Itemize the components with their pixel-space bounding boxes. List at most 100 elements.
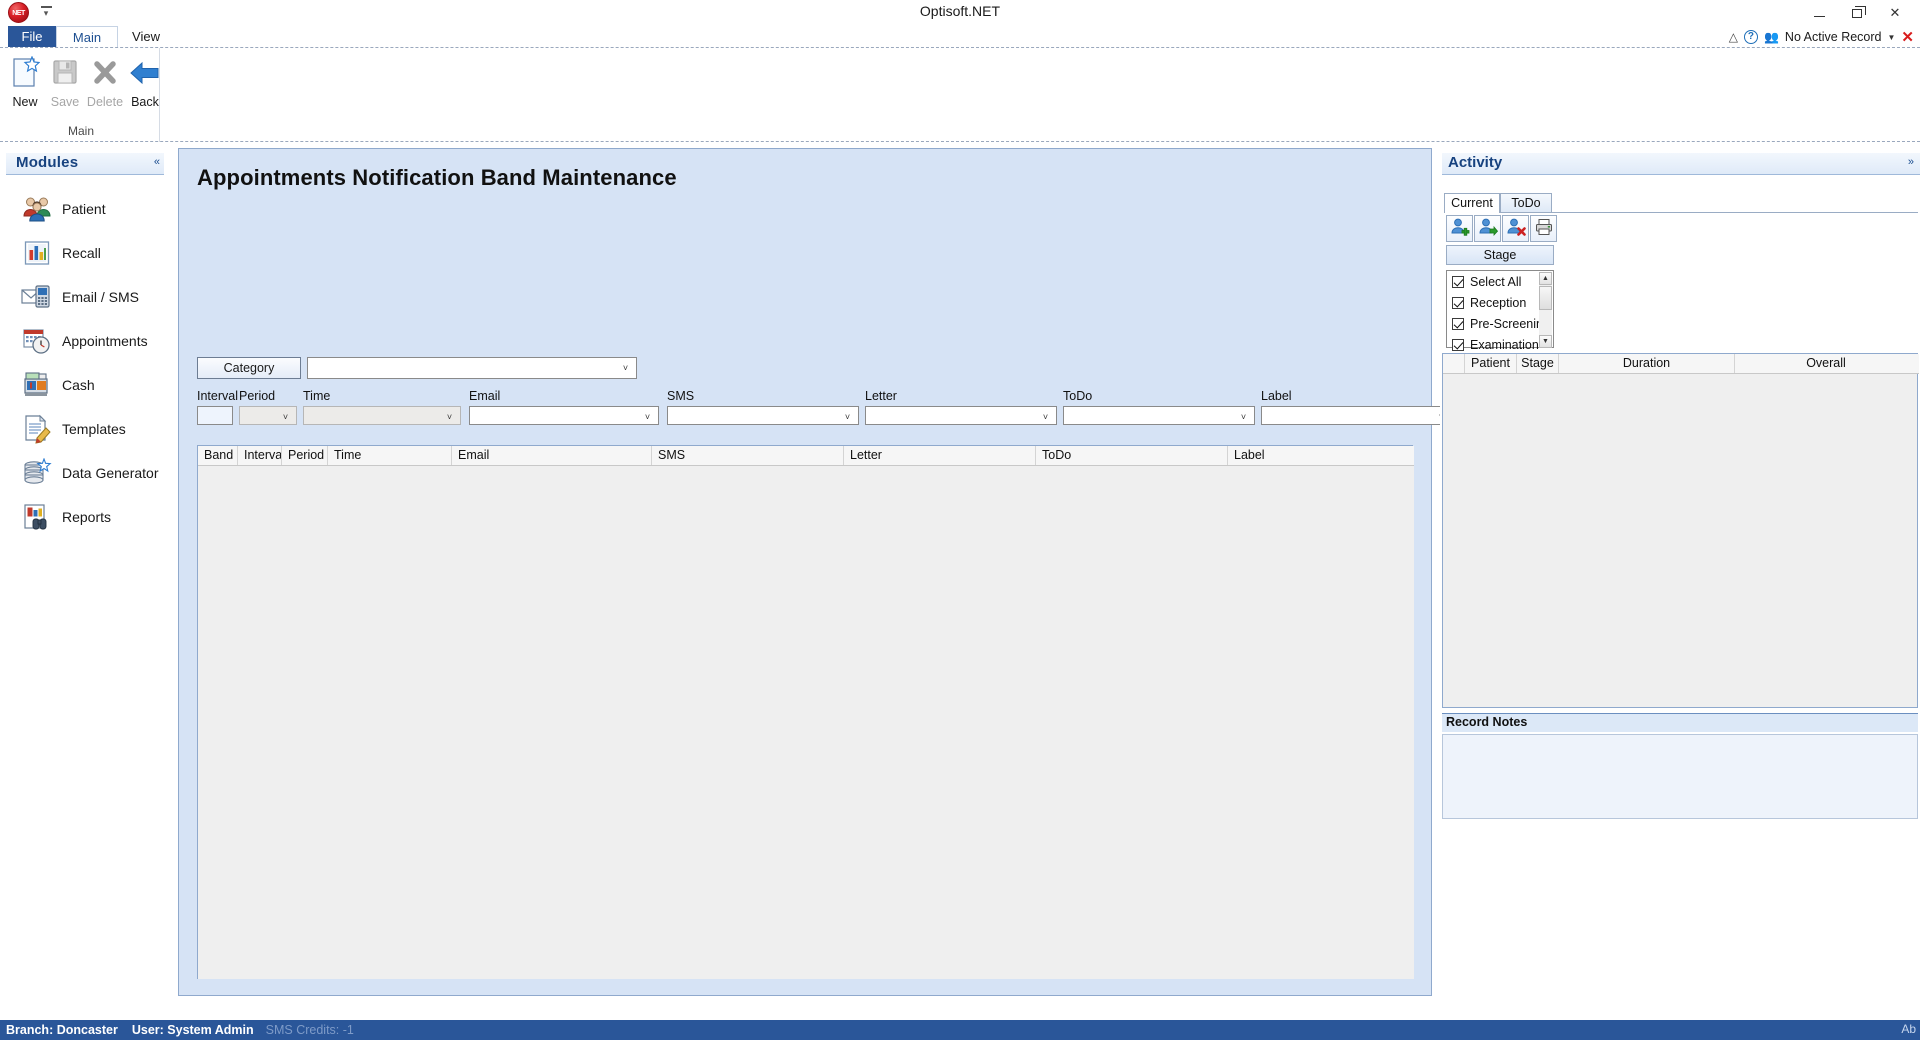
- field-label-label: Label: [1261, 389, 1292, 403]
- activity-expand-icon[interactable]: »: [1908, 156, 1914, 168]
- column-header-label[interactable]: Label: [1228, 446, 1412, 465]
- sidebar-item-data-generator[interactable]: Data Generator: [0, 451, 170, 495]
- category-button[interactable]: Category: [197, 357, 301, 379]
- todo-combo[interactable]: ˅: [1063, 406, 1255, 425]
- sidebar-item-recall[interactable]: Recall: [0, 231, 170, 275]
- print-button[interactable]: [1530, 215, 1557, 242]
- status-branch: Branch: Doncaster: [6, 1023, 118, 1037]
- bar-chart-icon: [20, 237, 54, 269]
- interval-input[interactable]: [197, 406, 233, 425]
- column-header-time[interactable]: Time: [328, 446, 452, 465]
- stage-checkbox-list[interactable]: Select All Reception Pre-Screening Exami…: [1446, 270, 1554, 352]
- activity-grid[interactable]: Patient Stage Duration Overall: [1442, 353, 1919, 708]
- sidebar-item-patient[interactable]: Patient: [0, 187, 170, 231]
- sidebar-item-appointments[interactable]: Appointments: [0, 319, 170, 363]
- record-notes-title: Record Notes: [1446, 715, 1528, 729]
- column-header-patient[interactable]: Patient: [1465, 354, 1517, 373]
- column-header-email[interactable]: Email: [452, 446, 652, 465]
- back-arrow-icon: [129, 53, 161, 93]
- stage-list-scrollbar[interactable]: ▲ ▼: [1539, 272, 1552, 348]
- column-header-sms[interactable]: SMS: [652, 446, 844, 465]
- period-combo[interactable]: ˅: [239, 406, 297, 425]
- add-user-button[interactable]: [1446, 215, 1473, 242]
- column-header-overall[interactable]: Overall: [1735, 354, 1917, 373]
- active-record-chevron-down-icon[interactable]: ▼: [1888, 33, 1896, 42]
- minimize-icon[interactable]: [1800, 2, 1838, 24]
- stage-item-select-all[interactable]: Select All: [1447, 271, 1553, 292]
- scroll-up-icon[interactable]: ▲: [1539, 272, 1552, 285]
- tab-view[interactable]: View: [121, 26, 171, 48]
- delete-button[interactable]: Delete: [86, 53, 124, 109]
- calendar-clock-icon: [20, 325, 54, 357]
- sidebar-item-email-sms[interactable]: Email / SMS: [0, 275, 170, 319]
- maximize-icon[interactable]: [1838, 2, 1876, 24]
- chevron-down-icon[interactable]: ˅: [643, 413, 652, 422]
- column-header-band[interactable]: Band: [198, 446, 238, 465]
- sidebar-item-reports[interactable]: Reports: [0, 495, 170, 539]
- time-combo[interactable]: ˅: [303, 406, 461, 425]
- delete-button-label: Delete: [86, 95, 124, 109]
- sidebar-item-list: Patient Recall Email / SMS Appointments …: [0, 187, 170, 539]
- checkbox-icon[interactable]: [1452, 296, 1464, 309]
- letter-combo[interactable]: ˅: [865, 406, 1057, 425]
- save-button-label: Save: [50, 95, 80, 109]
- column-header-duration[interactable]: Duration: [1559, 354, 1735, 373]
- column-header-todo[interactable]: ToDo: [1036, 446, 1228, 465]
- stage-item-examination[interactable]: Examination: [1447, 334, 1553, 355]
- active-record-label[interactable]: No Active Record: [1785, 30, 1882, 44]
- save-button[interactable]: Save: [46, 53, 84, 109]
- record-notes-header: Record Notes: [1442, 713, 1918, 732]
- checkbox-icon[interactable]: [1452, 275, 1464, 288]
- column-header-select[interactable]: [1443, 354, 1465, 373]
- category-combo[interactable]: ˅: [307, 357, 637, 379]
- tab-todo[interactable]: ToDo: [1500, 193, 1552, 213]
- sms-combo[interactable]: ˅: [667, 406, 859, 425]
- save-disk-icon: [50, 53, 80, 93]
- column-header-letter[interactable]: Letter: [844, 446, 1036, 465]
- record-notes-textarea[interactable]: [1442, 734, 1918, 819]
- scroll-down-icon[interactable]: ▼: [1539, 335, 1552, 348]
- status-right-marker: Ab: [1901, 1022, 1916, 1036]
- checkbox-icon[interactable]: [1452, 338, 1464, 351]
- stage-item-reception[interactable]: Reception: [1447, 292, 1553, 313]
- sidebar-item-cash[interactable]: Cash: [0, 363, 170, 407]
- clear-record-close-icon[interactable]: ✕: [1901, 30, 1914, 45]
- chevron-down-icon[interactable]: ˅: [1041, 413, 1050, 422]
- chevron-down-icon[interactable]: ˅: [445, 413, 454, 422]
- column-header-stage[interactable]: Stage: [1517, 354, 1559, 373]
- sidebar-item-templates[interactable]: Templates: [0, 407, 170, 451]
- label-combo[interactable]: ˅: [1261, 406, 1453, 425]
- field-letter: Letter ˅: [865, 389, 1057, 425]
- chevron-down-icon[interactable]: ˅: [1239, 413, 1248, 422]
- tab-main[interactable]: Main: [56, 26, 118, 48]
- ribbon-tab-bar: File Main View: [0, 26, 1920, 48]
- sidebar-item-label: Email / SMS: [62, 289, 140, 305]
- scrollbar-thumb[interactable]: [1539, 286, 1552, 310]
- bands-grid-body[interactable]: [198, 466, 1414, 979]
- stage-item-pre-screening[interactable]: Pre-Screening: [1447, 313, 1553, 334]
- add-user-icon: [1450, 217, 1470, 240]
- back-button[interactable]: Back: [126, 53, 164, 109]
- checkbox-icon[interactable]: [1452, 317, 1464, 330]
- tab-current[interactable]: Current: [1444, 193, 1500, 213]
- field-email: Email ˅: [469, 389, 659, 425]
- field-sms-label: SMS: [667, 389, 695, 403]
- stage-button[interactable]: Stage: [1446, 245, 1554, 265]
- tab-file[interactable]: File: [8, 26, 56, 48]
- chevron-down-icon[interactable]: ˅: [281, 413, 290, 422]
- help-icon[interactable]: ?: [1743, 30, 1758, 44]
- close-icon[interactable]: ✕: [1876, 2, 1914, 24]
- column-header-period[interactable]: Period: [282, 446, 328, 465]
- move-user-button[interactable]: [1474, 215, 1501, 242]
- remove-user-button[interactable]: [1502, 215, 1529, 242]
- email-combo[interactable]: ˅: [469, 406, 659, 425]
- new-button[interactable]: New: [6, 53, 44, 109]
- chevron-down-icon[interactable]: ˅: [621, 364, 630, 373]
- collapse-ribbon-icon[interactable]: △: [1729, 30, 1738, 44]
- field-period: Period ˅: [239, 389, 297, 425]
- column-header-interval[interactable]: Interval: [238, 446, 282, 465]
- sidebar-collapse-icon[interactable]: «: [154, 156, 160, 168]
- bands-grid[interactable]: Band Interval Period Time Email SMS Lett…: [197, 445, 1414, 979]
- activity-title: Activity: [1448, 154, 1503, 171]
- chevron-down-icon[interactable]: ˅: [843, 413, 852, 422]
